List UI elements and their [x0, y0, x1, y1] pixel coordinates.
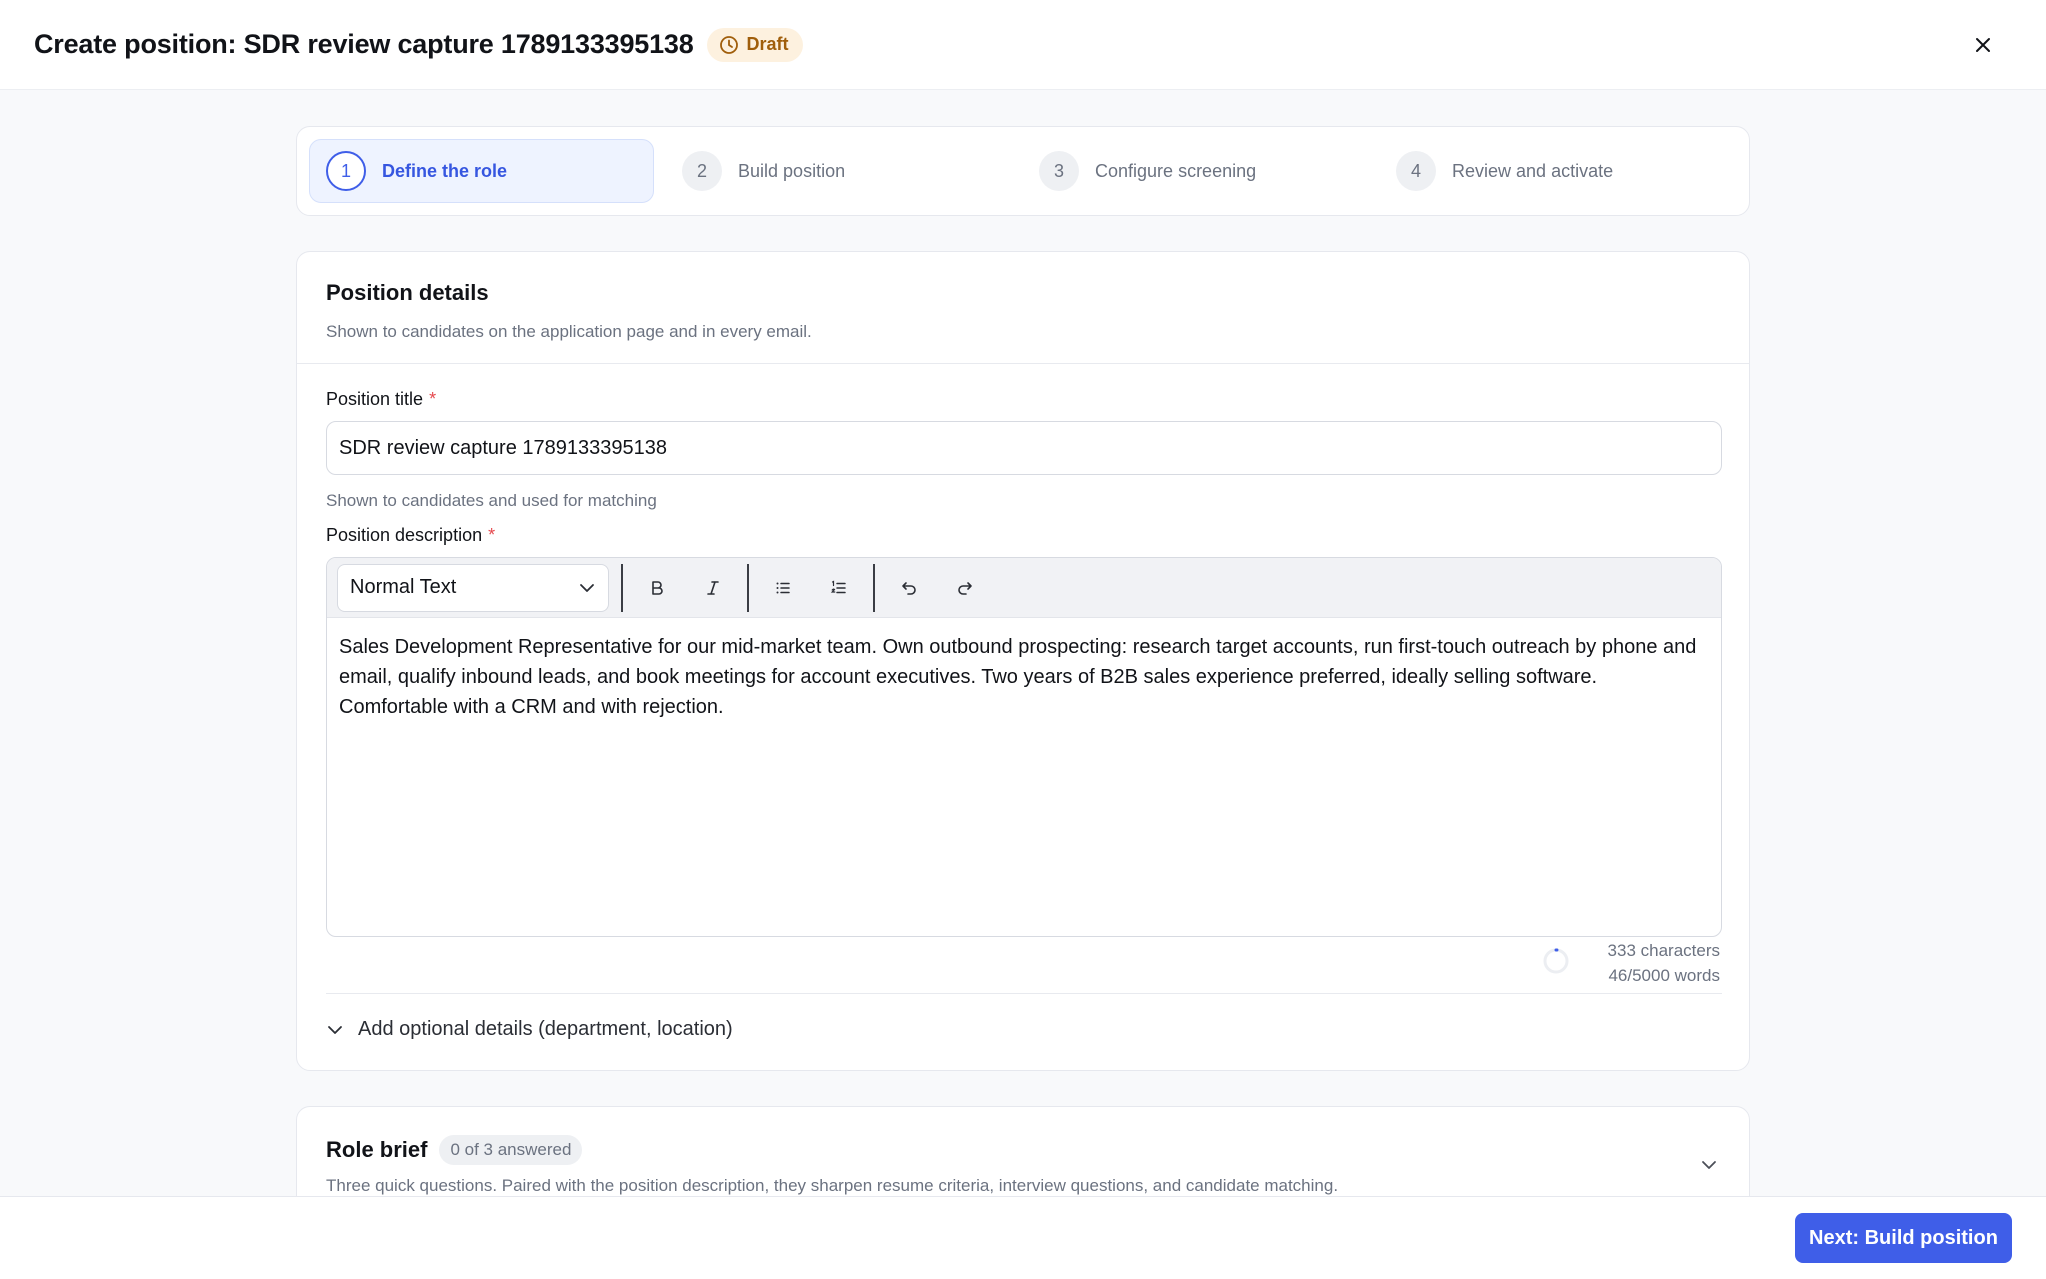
position-description-label: Position description *	[326, 525, 495, 546]
page-title: Create position: SDR review capture 1789…	[34, 29, 694, 59]
undo-icon	[902, 581, 916, 595]
description-editor: Normal Text Sales Development Representa…	[326, 557, 1722, 937]
text-style-value: Normal Text	[350, 576, 457, 598]
position-description-label-text: Position description	[326, 525, 483, 545]
role-brief-subtitle: Three quick questions. Paired with the p…	[326, 1176, 1339, 1195]
toolbar-divider	[873, 563, 875, 612]
role-brief-header: Role brief 0 of 3 answered	[326, 1135, 583, 1165]
optional-details-label: Add optional details (department, locati…	[358, 1018, 733, 1040]
description-text-area[interactable]: Sales Development Representative for our…	[327, 618, 1721, 736]
chevron-down-icon	[580, 583, 594, 592]
step-label: Configure screening	[1095, 160, 1257, 181]
top-bar: Create position: SDR review capture 1789…	[0, 0, 2046, 90]
position-title-hint: Shown to candidates and used for matchin…	[326, 491, 657, 510]
position-title-label: Position title *	[326, 389, 436, 410]
bold-button[interactable]	[635, 566, 679, 610]
italic-icon	[707, 580, 719, 595]
step-configure-screening[interactable]: 3 Configure screening	[1023, 139, 1368, 203]
role-brief-title: Role brief	[326, 1137, 428, 1162]
card-title: Position details	[326, 280, 489, 305]
character-count: 333 characters	[1607, 941, 1720, 960]
footer-bar: Next: Build position	[0, 1196, 2046, 1279]
position-details-card: Position details Shown to candidates on …	[296, 251, 1750, 1071]
italic-button[interactable]	[691, 566, 735, 610]
step-build-position[interactable]: 2 Build position	[666, 139, 1011, 203]
undo-button[interactable]	[887, 566, 931, 610]
clock-icon	[719, 35, 738, 54]
close-icon	[1976, 38, 1990, 52]
toolbar-divider	[621, 563, 623, 612]
chevron-down-icon	[328, 1025, 342, 1034]
card-subtitle: Shown to candidates on the application p…	[326, 322, 812, 341]
word-count: 46/5000 words	[1608, 966, 1720, 985]
step-number: 2	[682, 151, 723, 191]
chevron-down-icon[interactable]	[1699, 1155, 1719, 1175]
toolbar-divider	[747, 563, 749, 612]
required-mark: *	[429, 389, 437, 409]
position-title-input[interactable]	[326, 421, 1722, 475]
step-number: 3	[1039, 151, 1080, 191]
position-title-label-text: Position title	[326, 389, 424, 409]
stepper: 1 Define the role 2 Build position 3 Con…	[296, 126, 1750, 216]
close-button[interactable]	[1970, 32, 1996, 58]
optional-details-toggle[interactable]: Add optional details (department, locati…	[326, 1018, 733, 1041]
section-divider	[326, 993, 1722, 994]
editor-toolbar: Normal Text	[327, 558, 1721, 618]
redo-icon	[958, 581, 972, 595]
next-build-position-button[interactable]: Next: Build position	[1795, 1213, 2012, 1263]
description-counter: 333 characters 46/5000 words	[1608, 938, 1720, 988]
text-style-select[interactable]: Normal Text	[337, 563, 609, 612]
word-count-ring	[1543, 948, 1569, 974]
step-number: 4	[1396, 151, 1437, 191]
bullet-list-icon	[776, 582, 790, 593]
card-header: Position details Shown to candidates on …	[297, 252, 1749, 364]
step-label: Define the role	[382, 160, 508, 181]
required-mark: *	[488, 525, 496, 545]
step-label: Build position	[738, 160, 846, 181]
step-label: Review and activate	[1452, 160, 1614, 181]
bold-icon	[652, 580, 663, 595]
bullet-list-button[interactable]	[761, 566, 805, 610]
numbered-list-icon	[830, 580, 846, 593]
step-review-and-activate[interactable]: 4 Review and activate	[1380, 139, 1725, 203]
status-badge-label: Draft	[746, 34, 789, 54]
status-badge: Draft	[706, 27, 803, 62]
role-brief-progress-badge: 0 of 3 answered	[439, 1135, 583, 1165]
numbered-list-button[interactable]	[817, 566, 861, 610]
step-number: 1	[326, 151, 366, 191]
redo-button[interactable]	[943, 566, 987, 610]
step-define-the-role[interactable]: 1 Define the role	[309, 139, 655, 203]
